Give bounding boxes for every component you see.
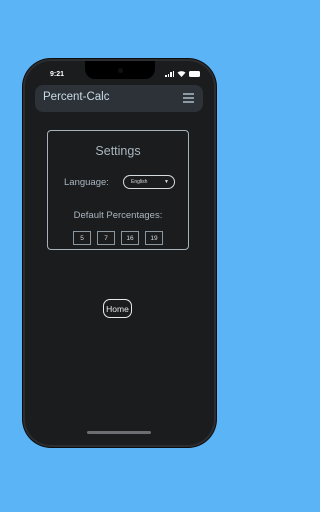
- app-navbar: Percent-Calc: [35, 85, 203, 112]
- phone-screen: 9:21 Percent-Calc Settings Language: Eng…: [25, 61, 214, 445]
- phone-power-button: [214, 150, 217, 186]
- camera-icon: [118, 68, 123, 73]
- home-button[interactable]: Home: [103, 299, 132, 318]
- status-icons: [165, 70, 200, 77]
- status-bar: 9:21: [25, 61, 214, 83]
- wifi-icon: [177, 71, 186, 77]
- signal-icon: [165, 70, 174, 77]
- percentage-input-2[interactable]: 7: [97, 231, 115, 245]
- home-indicator: [87, 431, 151, 434]
- language-label: Language:: [64, 177, 109, 188]
- hamburger-menu-icon[interactable]: [183, 93, 194, 104]
- settings-card: Settings Language: English ▼ Default Per…: [47, 130, 189, 250]
- default-percentages-list: 5 7 16 19: [73, 231, 163, 245]
- language-select-value: English: [131, 178, 148, 185]
- chevron-down-icon: ▼: [164, 179, 169, 185]
- battery-icon: [189, 70, 200, 77]
- percentage-input-1[interactable]: 5: [73, 231, 91, 245]
- language-select[interactable]: English ▼: [123, 175, 175, 189]
- app-brand[interactable]: Percent-Calc: [43, 91, 109, 103]
- phone-notch: [85, 61, 155, 79]
- status-time: 9:21: [50, 71, 65, 78]
- percentage-input-4[interactable]: 19: [145, 231, 163, 245]
- settings-title: Settings: [95, 144, 141, 158]
- percentage-input-3[interactable]: 16: [121, 231, 139, 245]
- default-percentages-label: Default Percentages:: [73, 210, 163, 221]
